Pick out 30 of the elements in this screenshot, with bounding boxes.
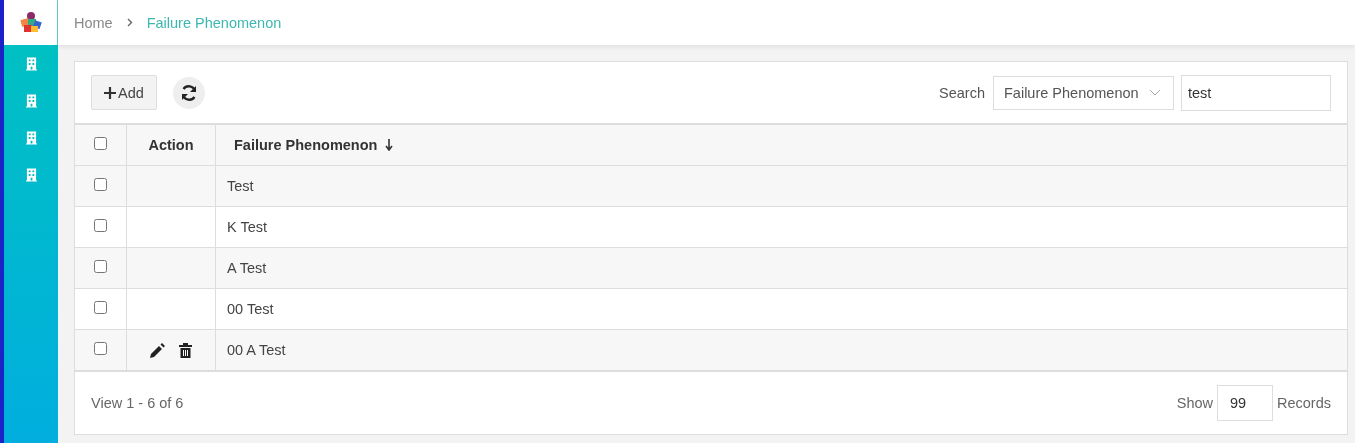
table-cell: 00 A Test: [215, 329, 1347, 371]
chevron-right-icon: [126, 18, 133, 27]
records-label: Records: [1277, 395, 1331, 411]
table-cell: A Test: [215, 247, 1347, 289]
refresh-button[interactable]: [172, 76, 205, 109]
search-label: Search: [939, 84, 985, 101]
row-checkbox[interactable]: [94, 260, 107, 273]
edit-icon[interactable]: [150, 343, 165, 359]
row-checkbox[interactable]: [94, 219, 107, 232]
column-header[interactable]: Failure Phenomenon: [215, 124, 1347, 166]
select-all-checkbox[interactable]: [94, 137, 107, 150]
sort-down-icon: [385, 139, 394, 151]
page-size-field[interactable]: 99: [1217, 385, 1273, 421]
show-label: Show: [1176, 395, 1213, 411]
add-button[interactable]: Add: [91, 75, 157, 110]
table-cell: Test: [215, 165, 1347, 207]
column-header: Action: [126, 124, 216, 166]
delete-icon[interactable]: [179, 343, 192, 359]
plus-icon: [104, 86, 116, 99]
search-input[interactable]: test: [1181, 74, 1331, 111]
chevron-down-icon: [1148, 89, 1161, 96]
breadcrumb-link[interactable]: Home: [74, 14, 113, 31]
refresh-icon: [179, 83, 198, 102]
record-count: View 1 - 6 of 6: [91, 395, 184, 411]
breadcrumb-current: Failure Phenomenon: [146, 14, 282, 31]
row-checkbox[interactable]: [94, 342, 107, 355]
row-checkbox[interactable]: [94, 301, 107, 314]
search-field-dropdown[interactable]: Failure Phenomenon: [993, 75, 1174, 110]
row-checkbox[interactable]: [94, 178, 107, 191]
logo-icon: [17, 10, 44, 35]
